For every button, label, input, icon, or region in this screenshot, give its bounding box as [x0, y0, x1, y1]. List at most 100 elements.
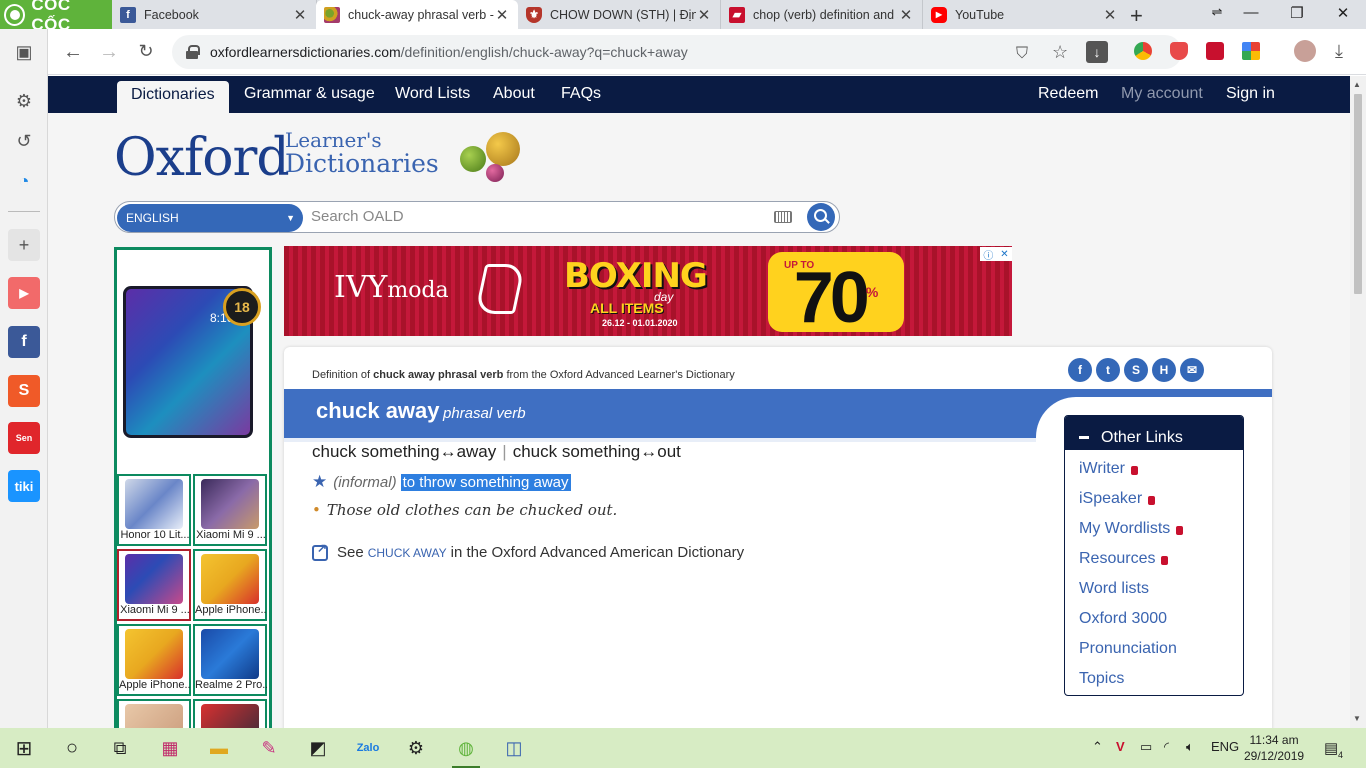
- twitter-share-icon[interactable]: t: [1096, 358, 1120, 382]
- close-icon[interactable]: ✕: [292, 6, 308, 24]
- app-grid-icon[interactable]: ▦: [156, 734, 184, 762]
- zalo-icon[interactable]: Zalo: [354, 734, 382, 762]
- scroll-up-icon[interactable]: ▲: [1353, 80, 1361, 89]
- sync-extension-icon[interactable]: [1206, 42, 1224, 60]
- bookmark-star-icon[interactable]: ☆: [1052, 42, 1068, 63]
- restore-button[interactable]: ❐: [1287, 4, 1307, 22]
- hyves-share-icon[interactable]: H: [1152, 358, 1176, 382]
- sendo-app-icon[interactable]: Sen: [8, 422, 40, 454]
- tab-macmillan[interactable]: ▰ chop (verb) definition and s ✕: [721, 0, 923, 29]
- sticky-notes-icon[interactable]: ◩: [304, 734, 332, 762]
- other-link-pronunciation[interactable]: Pronunciation: [1065, 630, 1243, 660]
- other-link-topics[interactable]: Topics: [1065, 660, 1243, 690]
- nav-sign-in[interactable]: Sign in: [1226, 85, 1275, 103]
- other-links-header[interactable]: Other Links: [1065, 416, 1243, 450]
- shield-icon[interactable]: ⛉: [1016, 45, 1028, 63]
- scrollbar-thumb[interactable]: [1354, 94, 1362, 294]
- address-bar[interactable]: oxfordlearnersdictionaries.com/definitio…: [172, 35, 1182, 69]
- star-icon[interactable]: ★: [312, 472, 327, 492]
- nav-faqs[interactable]: FAQs: [561, 85, 601, 103]
- minimize-button[interactable]: —: [1241, 4, 1261, 21]
- downloads-icon[interactable]: ⤓: [1328, 41, 1350, 62]
- ad-product[interactable]: Xiaomi Mi 9 ...: [117, 549, 191, 621]
- wifi-icon[interactable]: ◜: [1164, 739, 1169, 755]
- other-link-ispeaker[interactable]: iSpeaker: [1065, 480, 1243, 510]
- task-view-icon[interactable]: ⧉: [106, 734, 134, 762]
- nav-grammar-usage[interactable]: Grammar & usage: [244, 85, 375, 103]
- tray-v-icon[interactable]: V: [1116, 739, 1125, 754]
- nav-my-account[interactable]: My account: [1121, 85, 1203, 103]
- tab-oxford[interactable]: chuck-away phrasal verb - D ✕: [316, 0, 518, 29]
- url-text[interactable]: oxfordlearnersdictionaries.com/definitio…: [210, 44, 688, 60]
- ad-product[interactable]: [117, 699, 191, 728]
- language-select[interactable]: ENGLISH ▼: [117, 204, 303, 232]
- ad-product[interactable]: [193, 699, 267, 728]
- shopee-app-icon[interactable]: S: [8, 375, 40, 407]
- tray-chevron-up-icon[interactable]: ⌃: [1092, 739, 1103, 755]
- app-window-icon[interactable]: ◫: [500, 734, 528, 762]
- tab-cambridge[interactable]: ⚜ CHOW DOWN (STH) | Định ✕: [518, 0, 721, 29]
- oxford-logo[interactable]: Oxford: [114, 128, 290, 188]
- other-link-oxford-3000[interactable]: Oxford 3000: [1065, 600, 1243, 630]
- facebook-share-icon[interactable]: f: [1068, 358, 1092, 382]
- other-link-word-lists[interactable]: Word lists: [1065, 570, 1243, 600]
- close-icon[interactable]: ✕: [494, 6, 510, 24]
- paint-icon[interactable]: ✎: [255, 734, 283, 762]
- close-window-button[interactable]: ✕: [1333, 4, 1353, 22]
- file-explorer-icon[interactable]: ▬: [205, 734, 233, 762]
- tab-youtube[interactable]: ▶ YouTube ✕: [923, 0, 1126, 29]
- ad-product[interactable]: Apple iPhone...: [117, 624, 191, 696]
- tiki-app-icon[interactable]: tiki: [8, 470, 40, 502]
- nav-redeem[interactable]: Redeem: [1038, 85, 1098, 103]
- close-icon[interactable]: ✕: [898, 6, 914, 24]
- side-advertisement[interactable]: 8:16 18 Honor 10 Lit... Xiaomi Mi 9 ... …: [114, 247, 272, 728]
- forward-button[interactable]: →: [98, 41, 120, 64]
- lock-icon[interactable]: [186, 45, 200, 59]
- ad-product[interactable]: Apple iPhone...: [193, 549, 267, 621]
- ad-product[interactable]: Honor 10 Lit...: [117, 474, 191, 546]
- see-word[interactable]: chuck away: [368, 546, 447, 560]
- notification-center-icon[interactable]: ▤: [1324, 739, 1338, 757]
- clock[interactable]: 11:34 am 29/12/2019: [1244, 732, 1304, 764]
- page-scrollbar[interactable]: ▲ ▼: [1350, 76, 1366, 728]
- settings-gear-icon[interactable]: ⚙: [402, 734, 430, 762]
- search-button[interactable]: [807, 203, 835, 231]
- other-link-my-wordlists[interactable]: My Wordlists: [1065, 510, 1243, 540]
- windows-start-icon[interactable]: ⊞: [10, 734, 38, 762]
- stumbleupon-share-icon[interactable]: S: [1124, 358, 1148, 382]
- email-share-icon[interactable]: ✉: [1180, 358, 1204, 382]
- reload-button[interactable]: ↻: [135, 41, 157, 62]
- youtube-app-icon[interactable]: ▶: [8, 277, 40, 309]
- profile-avatar[interactable]: [1294, 40, 1316, 62]
- coccoc-brand[interactable]: CỐC CỐC: [0, 0, 112, 34]
- history-icon[interactable]: ↺: [8, 125, 40, 157]
- color-grid-extension-icon[interactable]: [1242, 42, 1260, 60]
- boxing-day-banner-ad[interactable]: IVYmoda BOXING day ALL ITEMS 26.12 - 01.…: [284, 246, 1012, 336]
- tab-search-icon[interactable]: ⇌: [1207, 4, 1227, 20]
- nav-about[interactable]: About: [493, 85, 535, 103]
- back-button[interactable]: ←: [62, 41, 84, 64]
- volume-icon[interactable]: 🔈︎: [1186, 739, 1194, 755]
- sidebar-toggle-icon[interactable]: ▣: [8, 36, 40, 68]
- download-page-icon[interactable]: ↓: [1086, 41, 1108, 63]
- search-input[interactable]: [311, 208, 761, 225]
- ad-product[interactable]: Xiaomi Mi 9 ...: [193, 474, 267, 546]
- scroll-down-icon[interactable]: ▼: [1353, 714, 1361, 723]
- adblock-shield-icon[interactable]: [1170, 42, 1188, 60]
- nav-word-lists[interactable]: Word Lists: [395, 85, 470, 103]
- add-app-icon[interactable]: +: [8, 229, 40, 261]
- cortana-search-icon[interactable]: ○: [58, 734, 86, 762]
- settings-gear-icon[interactable]: ⚙: [8, 85, 40, 117]
- nav-dictionaries[interactable]: Dictionaries: [117, 81, 229, 113]
- coccoc-taskbar-icon[interactable]: ◍: [452, 734, 480, 768]
- definition-text[interactable]: to throw something away: [400, 473, 571, 491]
- chrome-extension-icon[interactable]: [1134, 42, 1152, 60]
- ad-product[interactable]: Realme 2 Pro...: [193, 624, 267, 696]
- tab-facebook[interactable]: f Facebook ✕: [112, 0, 317, 29]
- ad-close-icon[interactable]: ✕: [1000, 249, 1008, 260]
- close-icon[interactable]: ✕: [696, 6, 712, 24]
- other-link-iwriter[interactable]: iWriter: [1065, 450, 1243, 480]
- keyboard-icon[interactable]: [774, 211, 792, 223]
- facebook-app-icon[interactable]: f: [8, 326, 40, 358]
- ad-info-icon[interactable]: ⓘ: [983, 247, 993, 262]
